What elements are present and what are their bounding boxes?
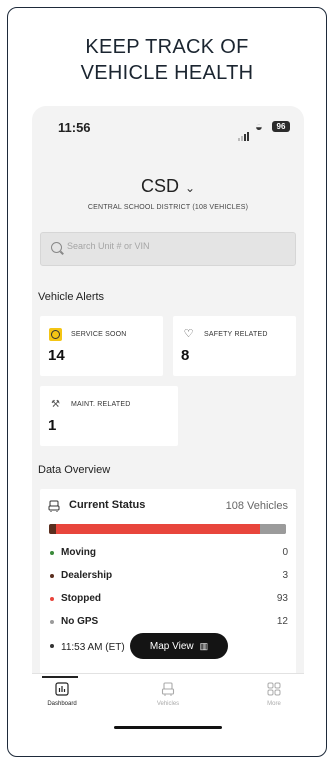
status-count: 3: [282, 570, 288, 581]
tab-more[interactable]: More: [244, 682, 304, 707]
signal-icon: [238, 123, 250, 141]
status-name: Stopped: [61, 593, 101, 604]
alert-card-service-soon[interactable]: SERVICE SOON 14: [40, 316, 163, 376]
tab-bar: Dashboard Vehicles More: [32, 673, 304, 756]
battery-icon: 96: [272, 121, 290, 132]
status-count: 12: [276, 616, 288, 627]
status-time: 11:56: [58, 120, 91, 135]
alert-value: 14: [48, 347, 65, 364]
map-view-label: Map View: [149, 641, 194, 652]
status-dot: [50, 574, 54, 578]
alert-label: SERVICE SOON: [71, 331, 127, 338]
search-box[interactable]: [40, 232, 296, 266]
map-icon: ▥: [199, 641, 209, 651]
status-bar: 11:56 ◒ 96: [32, 106, 304, 146]
status-name: No GPS: [61, 616, 99, 627]
tab-label: More: [267, 701, 281, 707]
alert-value: 1: [48, 417, 57, 434]
grid-icon: [267, 682, 281, 696]
dashboard-icon: [55, 682, 69, 696]
heart-icon: ♡: [183, 328, 194, 340]
data-overview-title: Data Overview: [38, 464, 111, 476]
promo-card: KEEP TRACK OF VEHICLE HEALTH 11:56 ◒ 96 …: [7, 7, 327, 757]
org-selector[interactable]: CSD ⌄: [32, 176, 304, 197]
last-updated-time: 11:53 AM (ET): [61, 642, 125, 653]
org-name: CSD: [140, 176, 179, 196]
status-row: Stopped 93: [48, 592, 288, 606]
chevron-down-icon: ⌄: [184, 181, 196, 195]
alert-card-safety-related[interactable]: ♡ SAFETY RELATED 8: [173, 316, 296, 376]
vehicles-icon: [161, 682, 175, 696]
status-dot: [50, 597, 54, 601]
alert-label: SAFETY RELATED: [204, 331, 268, 338]
status-bar-segment: [259, 524, 286, 534]
car-icon: [48, 500, 60, 512]
alert-card-maint-related[interactable]: ⚒ MAINT. RELATED 1: [40, 386, 178, 446]
status-bar-segment: [49, 524, 56, 534]
tab-label: Dashboard: [47, 701, 77, 707]
org-subtitle: CENTRAL SCHOOL DISTRICT (108 VEHICLES): [87, 204, 249, 211]
status-distribution-bar: [49, 524, 286, 534]
status-name: Dealership: [61, 570, 113, 581]
wrench-icon: ⚒: [51, 399, 60, 410]
status-row: No GPS 12: [48, 615, 288, 629]
vehicle-total: 108 Vehicles: [225, 500, 288, 512]
status-row: Moving 0: [48, 546, 288, 560]
last-updated: 11:53 AM (ET): [48, 642, 125, 653]
vehicle-alerts-title: Vehicle Alerts: [38, 291, 105, 303]
home-indicator: [114, 726, 222, 729]
headline-line-2: VEHICLE HEALTH: [80, 62, 254, 84]
tab-label: Vehicles: [156, 701, 180, 707]
status-dot: [50, 551, 54, 555]
headline: KEEP TRACK OF VEHICLE HEALTH: [8, 34, 326, 86]
clock-icon: [49, 328, 62, 341]
phone-screen: 11:56 ◒ 96 CSD ⌄ CENTRAL SCHOOL DISTRICT …: [32, 106, 304, 756]
search-input[interactable]: [65, 240, 289, 252]
status-dot: [50, 620, 54, 624]
current-status-header: Current Status 108 Vehicles: [48, 499, 288, 515]
current-status-label: Current Status: [69, 499, 146, 511]
map-view-button[interactable]: Map View ▥: [130, 633, 228, 659]
tab-vehicles[interactable]: Vehicles: [138, 682, 198, 707]
active-tab-indicator: [42, 676, 78, 678]
alert-label: MAINT. RELATED: [71, 401, 131, 408]
status-count: 93: [276, 593, 288, 604]
status-count: 0: [282, 547, 288, 558]
alert-value: 8: [181, 347, 190, 364]
status-name: Moving: [61, 547, 96, 558]
status-bar-segment: [55, 524, 260, 534]
tab-dashboard[interactable]: Dashboard: [32, 682, 92, 707]
headline-line-1: KEEP TRACK OF: [85, 36, 249, 58]
status-row: Dealership 3: [48, 569, 288, 583]
wifi-icon: ◒: [255, 119, 263, 134]
search-icon: [51, 242, 62, 253]
